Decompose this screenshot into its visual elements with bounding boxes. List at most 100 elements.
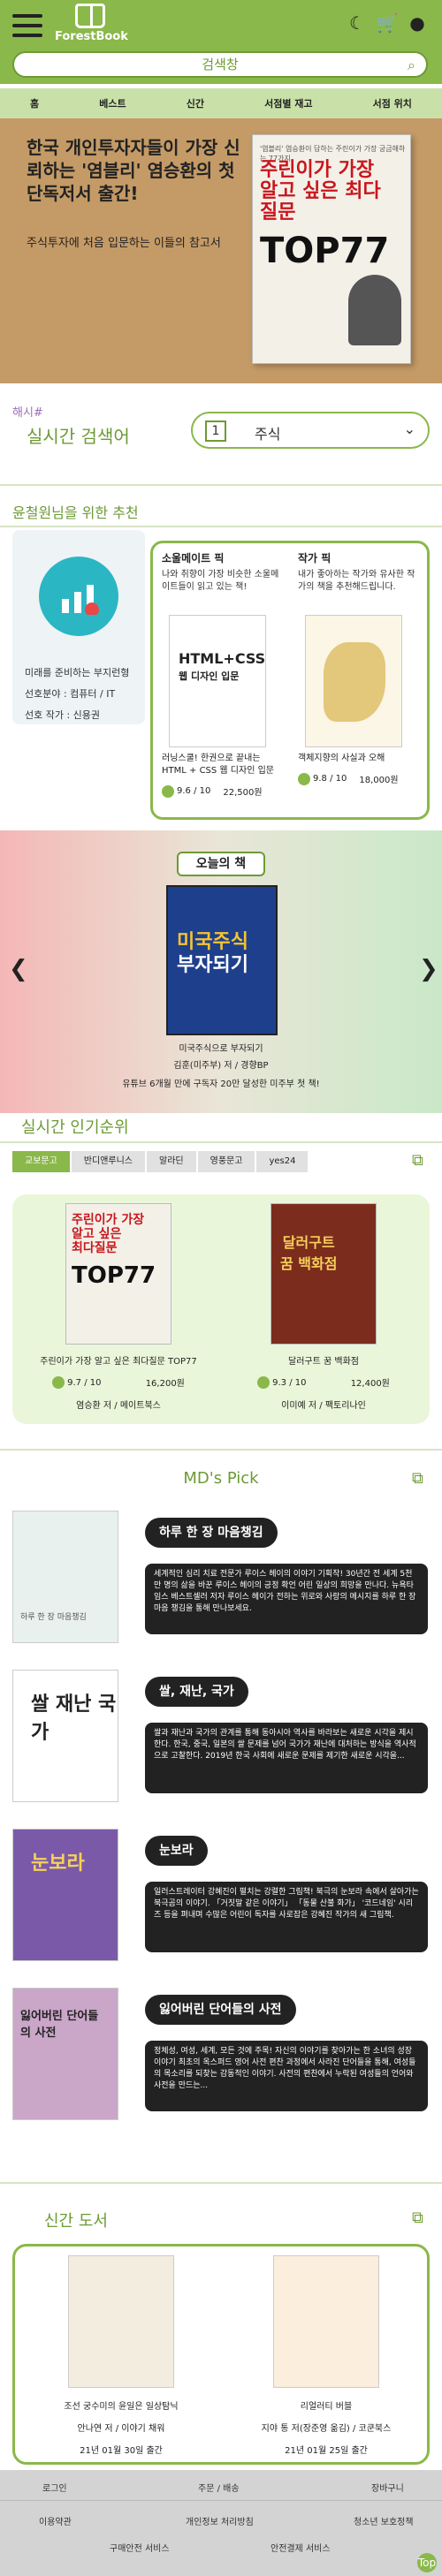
search-input[interactable]: 검색창 [14,53,426,76]
footer-terms-link[interactable]: 이용약관 [39,2514,72,2527]
external-link-icon[interactable]: ⧉ [412,1151,423,1170]
ranking-title: 실시간 인기순위 [21,1118,129,1137]
realtime-search-title: 실시간 검색어 [27,426,130,447]
new-book-title: 리얼러티 버블 [300,2402,353,2412]
writer-book-cover[interactable] [305,615,402,747]
divider [0,2500,442,2501]
divider [0,484,442,486]
nav-location[interactable]: 서점 위치 [373,96,412,110]
tab-kyobo[interactable]: 교보문고 [12,1151,70,1172]
chevron-left-icon[interactable]: ❮ [9,956,28,982]
soulmate-pick[interactable]: 소울메이트 픽 나와 취향이 가장 비슷한 소울메이트들이 읽고 있는 책! H… [162,550,286,798]
search-bar[interactable]: 검색창 ⌕ [12,51,428,78]
logo[interactable]: ForestBook [55,4,128,53]
keyword-text: 주식 [255,426,281,443]
ranking-book-cover[interactable]: 달러구트 꿈 백화점 [271,1203,377,1345]
tab-youngpoong[interactable]: 영풍문고 [197,1151,255,1172]
footer-privacy-link[interactable]: 개인정보 처리방침 [186,2514,254,2527]
md-book-desc: 쌀과 재난과 국가의 관계를 통해 동아시아 역사를 바라보는 새로운 시각을 … [145,1723,428,1793]
md-book-head: 하루 한 장 마음챙김 [145,1518,278,1548]
external-link-icon[interactable]: ⧉ [412,2209,423,2227]
rating-icon [298,772,310,785]
rating-icon [162,784,174,798]
keyword-rank: 1 [205,420,226,442]
profile-info: 미래를 준비하는 부지런형 선호분야 : 컴퓨터 / IT 선호 작가 : 신용… [25,663,129,726]
md-book-cover[interactable]: 눈보라 [12,1829,118,1961]
ranking-item[interactable]: 주린이가 가장 알고 싶은 최다질문 TOP77 주린이가 가장 알고 싶은 최다질… [30,1203,207,1411]
footer-login-link[interactable]: 로그인 [42,2481,67,2494]
md-book-cover[interactable]: 잃어버린 단어들의 사전 [12,1988,118,2120]
md-book-desc: 정체성, 여성, 세계, 모든 것에 주목! 자신의 이야기를 찾아가는 한 소… [145,2041,428,2111]
preferred-field: 선호분야 : 컴퓨터 / IT [25,688,116,700]
chevron-right-icon[interactable]: ❯ [419,956,438,982]
tab-aladin[interactable]: 알라딘 [147,1151,196,1172]
scroll-top-button[interactable]: Top [417,2553,437,2572]
todays-book-name: 미국주식으로 부자되기 [179,1044,263,1054]
ranking-rating: 9.7 / 10 [67,1377,102,1388]
soulmate-meta: 9.6 / 10 22,500원 [162,784,286,798]
ranking-item[interactable]: 달러구트 꿈 백화점 달러구트 꿈 백화점 9.3 / 10 12,400원 이미… [235,1203,412,1411]
footer-order-link[interactable]: 주문 / 배송 [198,2481,240,2494]
ranking-rating: 9.3 / 10 [272,1377,307,1388]
nav-new[interactable]: 신간 [187,96,204,110]
ranking-meta: 9.3 / 10 12,400원 [235,1375,412,1389]
book-cover-big-text: TOP77 [260,231,390,271]
new-book-item[interactable]: 조선 궁수미의 윤일은 일상탐닉 안나연 저 / 이야기 채워 21년 01월 … [33,2255,210,2456]
new-book-cover[interactable] [68,2255,174,2388]
moon-icon[interactable]: ☾ [345,11,370,35]
md-pick-item[interactable]: 눈보라 눈보라 일러스트레이터 강혜진이 펼치는 강렬한 그림책! 북극의 눈보… [12,1829,430,1979]
ranking-book-title: 주린이가 가장 알고 싶은 최다질문 TOP77 [40,1357,197,1367]
logo-text: ForestBook [55,30,128,43]
soulmate-rating: 9.6 / 10 [177,786,211,796]
nav-best[interactable]: 베스트 [99,96,126,110]
divider [0,1141,442,1143]
soulmate-book-cover[interactable]: HTML+CSS 웹 디자인 입문 [169,615,266,747]
cart-icon[interactable]: 🛒 [375,11,400,35]
ranking-book-title: 달러구트 꿈 백화점 [288,1357,359,1367]
chevron-down-icon[interactable]: ⌄ [404,420,415,437]
rating-icon [52,1375,65,1389]
ranking-author: 염승환 저 / 메이트북스 [76,1401,161,1411]
md-pick-item[interactable]: 잃어버린 단어들의 사전 잃어버린 단어들의 사전 정체성, 여성, 세계, 모… [12,1988,430,2138]
nav-stock[interactable]: 서점별 재고 [264,96,312,110]
search-icon[interactable]: ⌕ [408,57,415,74]
menu-icon[interactable] [12,14,42,37]
md-book-cover[interactable]: 하루 한 장 마음챙김 [12,1511,118,1643]
promo-banner[interactable]: 한국 개인투자자들이 가장 신뢰하는 '염블리' 염승환의 첫 단독저서 출간!… [0,118,442,383]
new-book-cover[interactable] [273,2255,379,2388]
footer-cart-link[interactable]: 장바구니 [371,2481,404,2494]
store-tabs: 교보문고 반디앤루니스 알라딘 영풍문고 yes24 [12,1151,309,1172]
divider [0,2182,442,2184]
realtime-keyword-dropdown[interactable]: 1 주식 ⌄ [191,412,430,449]
main-nav: 홈 베스트 신간 서점별 재고 서점 위치 [0,88,442,118]
todays-book-cover[interactable]: 미국주식 부자되기 [166,885,278,1035]
md-pick-item[interactable]: 쌀 재난 국가 쌀, 재난, 국가 쌀과 재난과 국가의 관계를 통해 동아시아… [12,1670,430,1820]
banner-book-cover[interactable]: '염블리' 염승환이 답하는 주린이가 가장 궁금해하는 77가지 주린이가 가… [252,134,411,364]
writer-desc: 내가 좋아하는 작가와 유사한 작가의 책을 추천해드립니다. [298,570,415,592]
user-icon[interactable]: ● [405,11,430,35]
external-link-icon[interactable]: ⧉ [412,1469,423,1488]
writer-pick[interactable]: 작가 픽 내가 좋아하는 작가와 유사한 작가의 책을 추천해드립니다. 객체지… [298,550,422,785]
nav-home[interactable]: 홈 [30,96,39,110]
todays-book-desc: 유튜브 6개월 만에 구독자 20만 달성한 미주부 첫 책! [122,1080,320,1089]
footer: 로그인 주문 / 배송 장바구니 이용약관 개인정보 처리방침 청소년 보호정책… [0,2470,442,2576]
ranking-book-cover[interactable]: 주린이가 가장 알고 싶은 최다질문 TOP77 [65,1203,171,1345]
md-pick-item[interactable]: 하루 한 장 마음챙김 하루 한 장 마음챙김 세계적인 심리 치료 전문가 루… [12,1511,430,1661]
recommend-title: 윤철원님을 위한 추천 [12,504,139,521]
md-book-cover[interactable]: 쌀 재난 국가 [12,1670,118,1802]
footer-purchase-safety-link[interactable]: 구매안전 서비스 [110,2541,170,2554]
tab-bandi[interactable]: 반디앤루니스 [71,1151,146,1172]
ranking-price: 12,400원 [350,1379,390,1389]
new-book-item[interactable]: 리얼러티 버블 지야 통 저(장준영 옮김) / 코쿤북스 21년 01월 25… [238,2255,415,2456]
todays-book-info: 미국주식으로 부자되기 김훈(미주부) 저 / 경향BP 유튜브 6개월 만에 … [0,1041,442,1089]
md-book-head: 쌀, 재난, 국가 [145,1677,248,1707]
book-cover-title: 주린이가 가장 알고 싶은 최다질문 [260,159,381,224]
recommend-box: 소울메이트 픽 나와 취향이 가장 비슷한 소울메이트들이 읽고 있는 책! H… [150,541,430,820]
soulmate-desc: 나와 취향이 가장 비슷한 소울메이트들이 읽고 있는 책! [162,570,279,592]
footer-youth-link[interactable]: 청소년 보호정책 [354,2514,414,2527]
footer-safe-payment-link[interactable]: 안전결제 서비스 [271,2541,331,2554]
tab-yes24[interactable]: yes24 [256,1151,309,1172]
ranking-meta: 9.7 / 10 16,200원 [30,1375,207,1389]
writer-meta: 9.8 / 10 18,000원 [298,772,422,785]
divider [0,1449,442,1451]
